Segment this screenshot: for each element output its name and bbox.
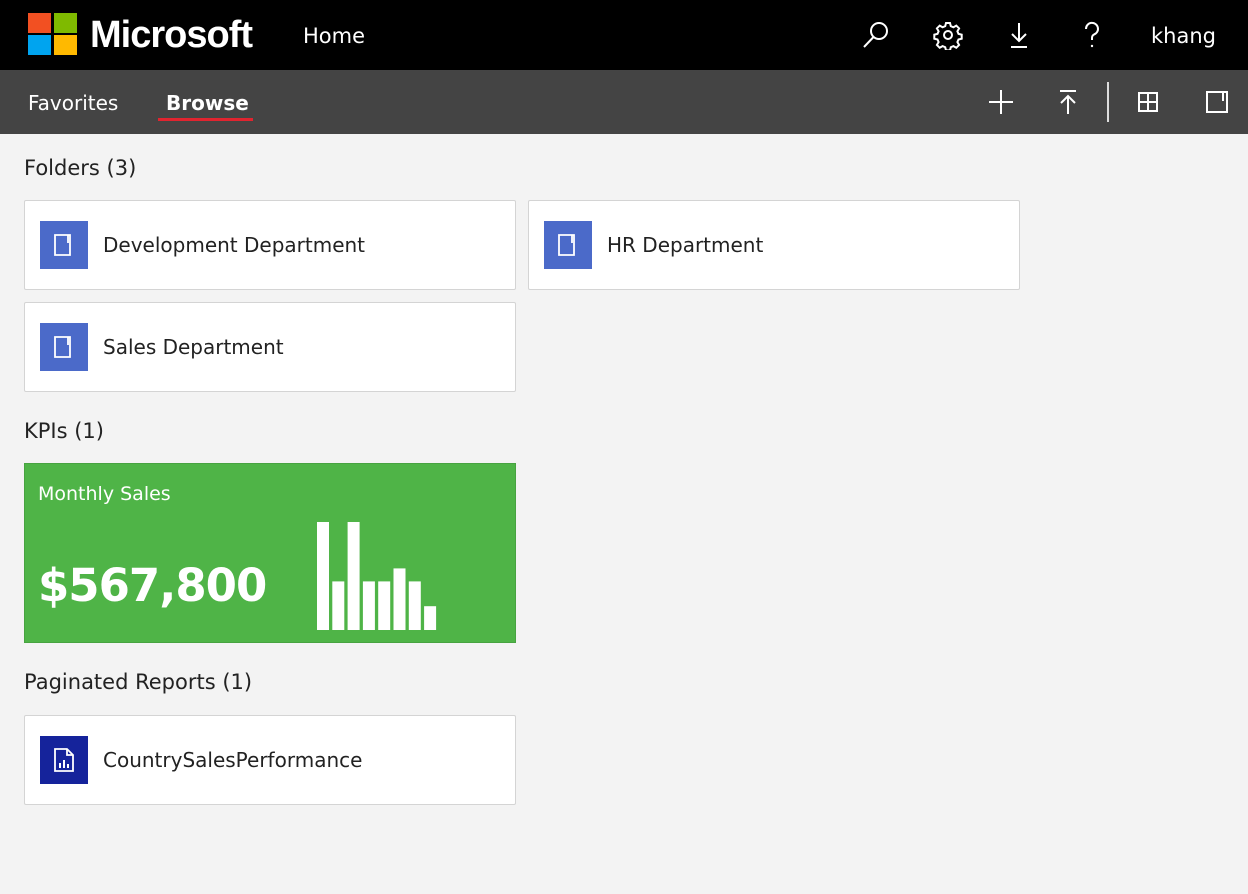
- home-link[interactable]: Home: [303, 22, 365, 50]
- microsoft-logo-icon[interactable]: [28, 13, 77, 55]
- active-tab-indicator: [158, 118, 253, 121]
- paginated-report-icon: [40, 736, 88, 784]
- folder-label: HR Department: [607, 233, 764, 257]
- kpi-trend-bar: [362, 581, 375, 630]
- kpi-trend-bar: [393, 568, 406, 630]
- tab-browse[interactable]: Browse: [166, 90, 249, 116]
- help-icon[interactable]: [1077, 20, 1107, 50]
- kpi-trend-bar: [408, 581, 421, 630]
- kpi-trend-bar: [332, 581, 345, 630]
- upload-icon[interactable]: [1053, 87, 1083, 117]
- kpi-value: $567,800: [38, 559, 267, 612]
- folder-tile-development[interactable]: Development Department: [24, 200, 516, 290]
- kpi-trend-chart: [317, 522, 437, 630]
- folder-icon: [40, 221, 88, 269]
- folder-label: Development Department: [103, 233, 366, 257]
- kpis-section-title: KPIs (1): [24, 419, 104, 443]
- kpi-trend-bar: [317, 522, 329, 630]
- download-icon[interactable]: [1004, 20, 1034, 50]
- user-menu[interactable]: khang: [1151, 22, 1216, 50]
- reports-section-title: Paginated Reports (1): [24, 670, 253, 694]
- folder-tile-hr[interactable]: HR Department: [528, 200, 1020, 290]
- folder-tile-sales[interactable]: Sales Department: [24, 302, 516, 392]
- folder-icon: [40, 323, 88, 371]
- report-label: CountrySalesPerformance: [103, 748, 363, 772]
- add-icon[interactable]: [986, 87, 1016, 117]
- details-pane-icon[interactable]: [1202, 87, 1232, 117]
- tab-favorites[interactable]: Favorites: [28, 90, 118, 116]
- folder-icon: [544, 221, 592, 269]
- folders-section-title: Folders (3): [24, 156, 137, 180]
- sub-nav-bar: Favorites Browse: [0, 70, 1248, 134]
- report-tile-country-sales[interactable]: CountrySalesPerformance: [24, 715, 516, 805]
- settings-icon[interactable]: [933, 20, 963, 52]
- search-icon[interactable]: [861, 20, 891, 50]
- kpi-trend-bar: [347, 522, 360, 630]
- kpi-tile-monthly-sales[interactable]: Monthly Sales $567,800: [24, 463, 516, 643]
- toolbar-divider: [1107, 82, 1109, 122]
- kpi-title: Monthly Sales: [38, 483, 171, 505]
- folder-label: Sales Department: [103, 335, 284, 359]
- kpi-trend-bar: [424, 606, 437, 630]
- top-bar: Microsoft Home khang: [0, 0, 1248, 70]
- tile-view-icon[interactable]: [1133, 87, 1163, 117]
- kpi-trend-bar: [378, 581, 391, 630]
- brand-name[interactable]: Microsoft: [90, 12, 253, 58]
